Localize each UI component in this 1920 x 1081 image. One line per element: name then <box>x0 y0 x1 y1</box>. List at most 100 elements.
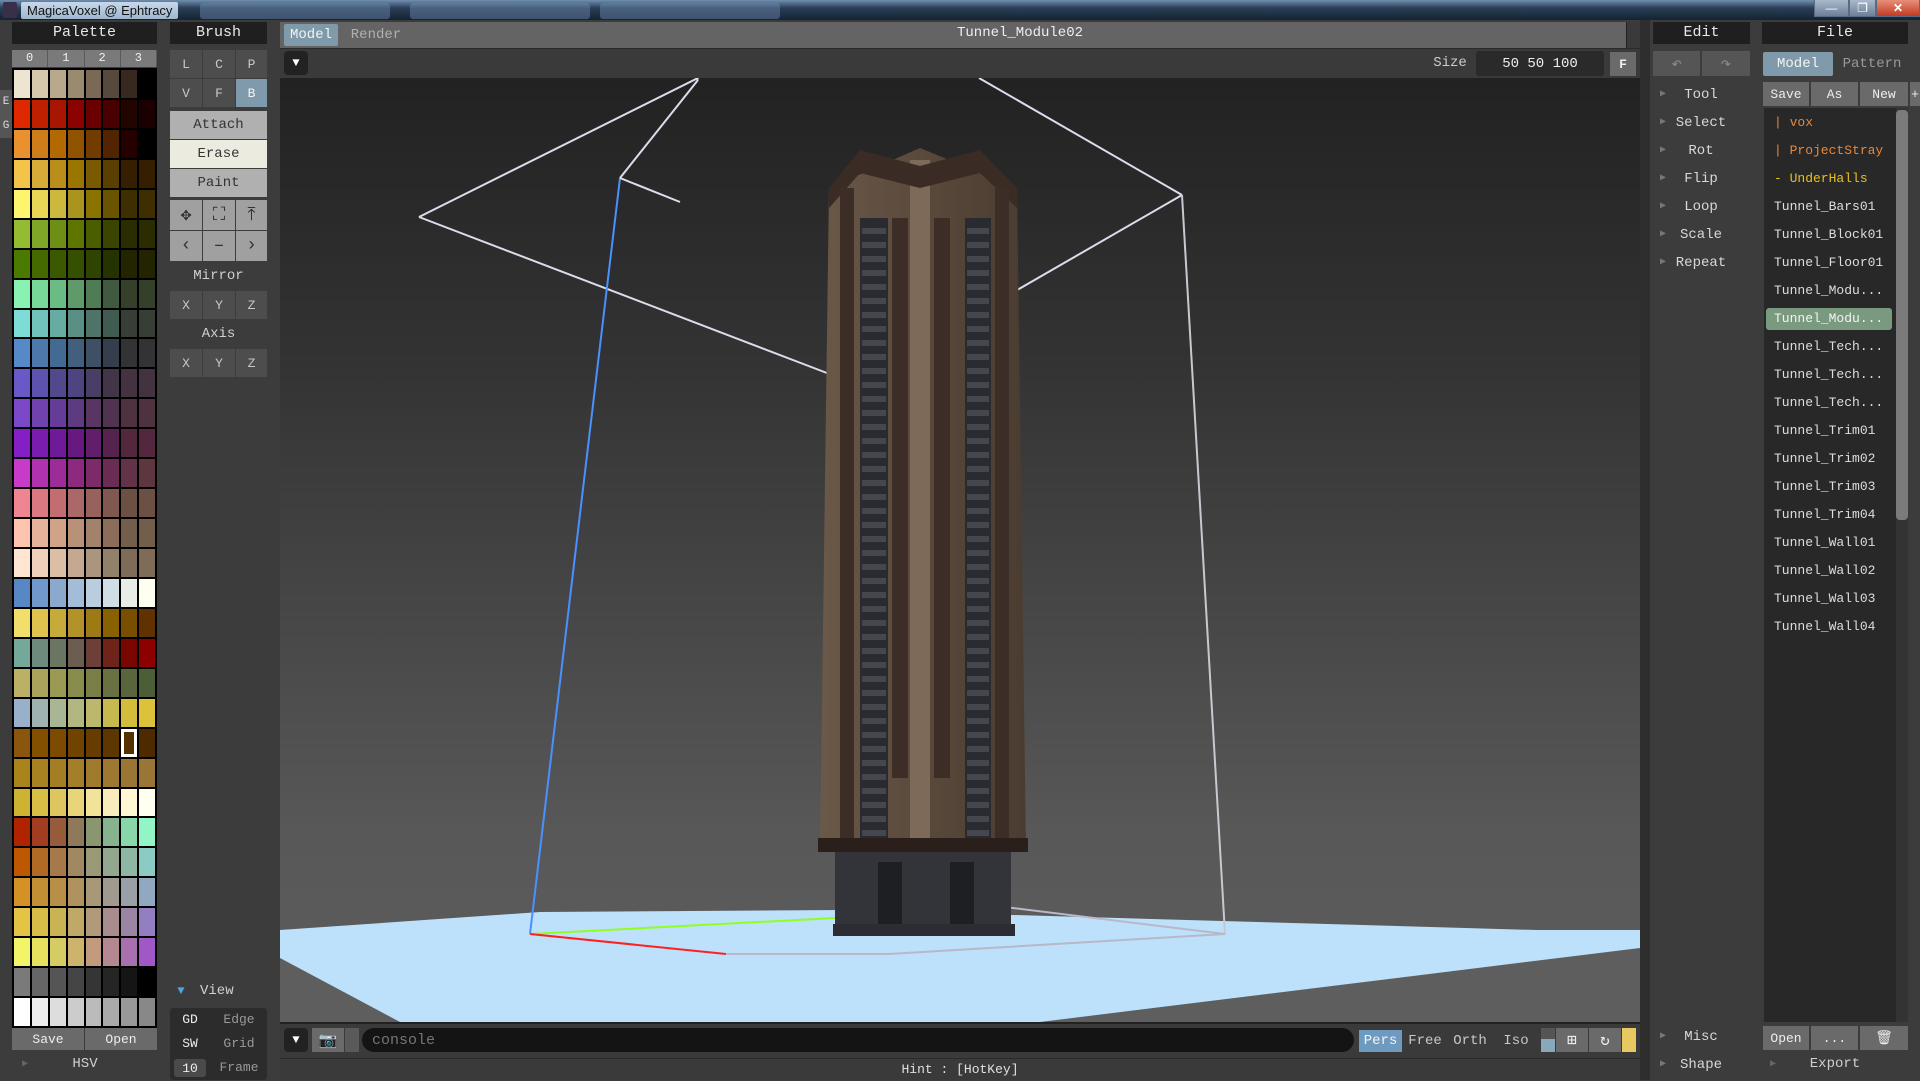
palette-swatch[interactable] <box>67 519 84 547</box>
palette-swatch[interactable] <box>85 608 102 637</box>
palette-swatch[interactable] <box>121 848 138 877</box>
lift-icon[interactable]: ⤒ <box>236 200 267 230</box>
folder-list-item[interactable]: | ProjectStray <box>1766 140 1892 162</box>
palette-swatch[interactable] <box>31 698 48 727</box>
file-list-item[interactable]: Tunnel_Modu... <box>1766 280 1892 302</box>
palette-swatch[interactable] <box>67 429 84 458</box>
camera-iso-button[interactable]: Iso <box>1494 1030 1538 1052</box>
palette-swatch[interactable] <box>14 339 30 368</box>
palette-swatch[interactable] <box>31 519 48 547</box>
edit-item-tool[interactable]: ▶ Tool <box>1656 84 1746 106</box>
palette-swatch[interactable] <box>67 99 84 128</box>
palette-swatch[interactable] <box>31 429 48 458</box>
mode-paint-button[interactable]: Paint <box>170 169 267 197</box>
palette-swatch[interactable] <box>49 608 66 637</box>
palette-swatch[interactable] <box>14 189 30 218</box>
file-list-item[interactable]: Tunnel_Tech... <box>1766 336 1892 358</box>
palette-swatch[interactable] <box>121 459 138 488</box>
palette-swatch[interactable] <box>67 159 84 188</box>
file-list-item[interactable]: Tunnel_Trim02 <box>1766 448 1892 470</box>
palette-swatch[interactable] <box>139 309 155 338</box>
view-sw-key[interactable]: SW <box>176 1036 204 1051</box>
file-list-item[interactable]: Tunnel_Block01 <box>1766 224 1892 246</box>
file-tab-pattern[interactable]: Pattern <box>1836 52 1908 76</box>
mirror-x-button[interactable]: X <box>170 291 202 319</box>
palette-swatch[interactable] <box>121 578 138 607</box>
palette-swatch[interactable] <box>121 70 138 98</box>
palette-swatch[interactable] <box>31 549 48 577</box>
axis-x-button[interactable]: X <box>170 349 202 377</box>
palette-swatch[interactable] <box>139 968 155 997</box>
palette-swatch[interactable] <box>103 459 120 488</box>
palette-swatch[interactable] <box>49 578 66 607</box>
palette-swatch[interactable] <box>139 279 155 308</box>
palette-swatch[interactable] <box>14 489 30 518</box>
palette-swatch[interactable] <box>121 549 138 577</box>
palette-swatch[interactable] <box>121 938 138 967</box>
brush-type-v[interactable]: V <box>170 79 202 107</box>
palette-swatch[interactable] <box>31 908 48 937</box>
file-list-item[interactable]: Tunnel_Trim03 <box>1766 476 1892 498</box>
palette-swatch[interactable] <box>49 339 66 368</box>
palette-swatch[interactable] <box>121 489 138 518</box>
palette-swatch[interactable] <box>85 99 102 128</box>
palette-swatch[interactable] <box>85 848 102 877</box>
palette-swatch[interactable] <box>121 249 138 278</box>
reset-view-icon[interactable]: ↻ <box>1589 1028 1621 1052</box>
palette-swatch[interactable] <box>103 429 120 458</box>
palette-swatch[interactable] <box>103 818 120 847</box>
palette-swatch[interactable] <box>49 638 66 667</box>
file-list-item[interactable]: Tunnel_Tech... <box>1766 364 1892 386</box>
palette-swatch[interactable] <box>85 878 102 907</box>
palette-swatch[interactable] <box>139 459 155 488</box>
palette-swatch[interactable] <box>85 728 102 757</box>
palette-swatch[interactable] <box>103 998 120 1026</box>
palette-swatch[interactable] <box>31 189 48 218</box>
palette-swatch[interactable] <box>31 758 48 787</box>
palette-swatch[interactable] <box>85 818 102 847</box>
undo-icon[interactable]: ↶ <box>1653 51 1700 76</box>
file-save-button[interactable]: Save <box>1763 82 1809 106</box>
palette-swatch[interactable] <box>14 818 30 847</box>
frame-size-input[interactable]: 10 <box>174 1059 206 1077</box>
palette-swatch[interactable] <box>139 698 155 727</box>
palette-swatch[interactable] <box>67 578 84 607</box>
palette-swatch[interactable] <box>139 668 155 697</box>
hsv-section[interactable]: HSV <box>60 1056 110 1072</box>
palette-swatch[interactable] <box>139 878 155 907</box>
palette-swatch[interactable] <box>14 608 30 637</box>
palette-swatch[interactable] <box>31 70 48 98</box>
palette-swatch[interactable] <box>49 459 66 488</box>
palette-swatch[interactable] <box>31 818 48 847</box>
palette-swatch[interactable] <box>31 309 48 338</box>
palette-swatch[interactable] <box>67 758 84 787</box>
palette-swatch[interactable] <box>67 129 84 158</box>
palette-swatch[interactable] <box>14 788 30 817</box>
palette-swatch[interactable] <box>103 578 120 607</box>
palette-swatch[interactable] <box>14 369 30 398</box>
file-list-scroll-thumb[interactable] <box>1896 110 1908 520</box>
palette-swatch[interactable] <box>49 788 66 817</box>
fit-size-button[interactable]: F <box>1610 52 1636 76</box>
palette-swatch[interactable] <box>139 608 155 637</box>
palette-swatch[interactable] <box>31 638 48 667</box>
close-button[interactable]: ✕ <box>1876 0 1920 17</box>
palette-swatch[interactable] <box>14 728 30 757</box>
palette-swatch[interactable] <box>103 519 120 547</box>
palette-swatch[interactable] <box>31 878 48 907</box>
palette-swatch[interactable] <box>14 459 30 488</box>
palette-swatch[interactable] <box>49 279 66 308</box>
file-list-item[interactable]: Tunnel_Wall03 <box>1766 588 1892 610</box>
palette-swatch[interactable] <box>103 728 120 757</box>
palette-swatch[interactable] <box>31 459 48 488</box>
palette-swatch[interactable] <box>85 668 102 697</box>
file-list-item[interactable]: Tunnel_Trim04 <box>1766 504 1892 526</box>
export-expand-icon[interactable]: ▶ <box>1766 1058 1780 1070</box>
file-list-item[interactable]: Tunnel_Trim01 <box>1766 420 1892 442</box>
palette-swatch[interactable] <box>103 189 120 218</box>
palette-swatch[interactable] <box>121 698 138 727</box>
palette-swatch[interactable] <box>31 339 48 368</box>
palette-swatch[interactable] <box>139 129 155 158</box>
screenshot-option[interactable] <box>345 1028 359 1052</box>
file-list-item[interactable]: Tunnel_Bars01 <box>1766 196 1892 218</box>
